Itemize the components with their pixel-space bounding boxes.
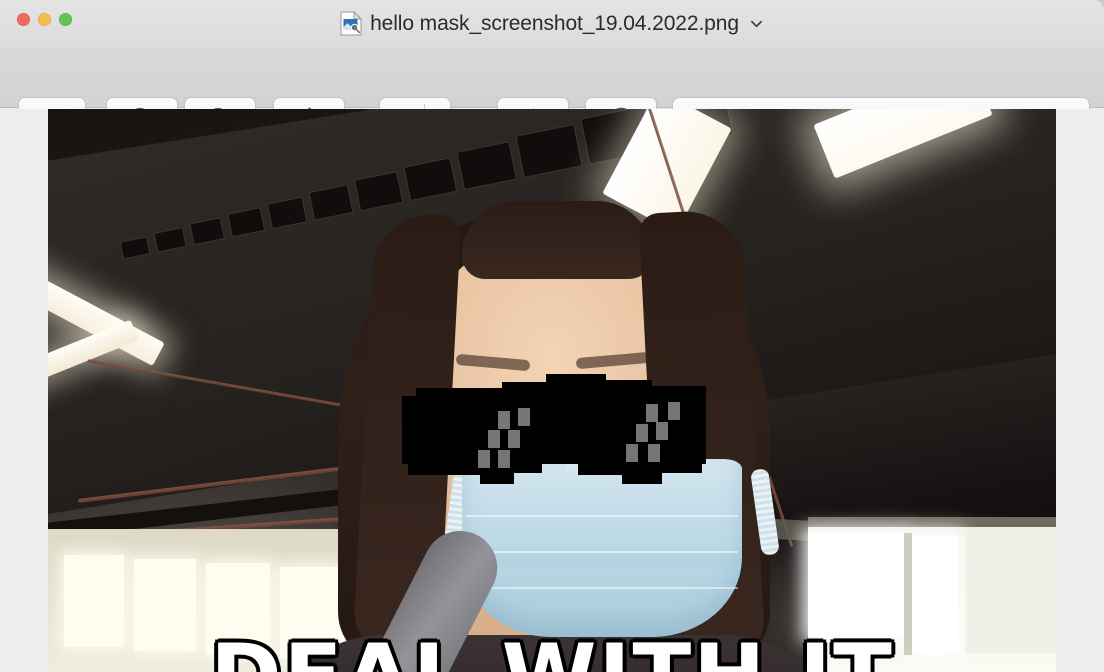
photo-image[interactable]: DEAL WITH IT — [48, 109, 1056, 672]
page-title: hello mask_screenshot_19.04.2022.png — [370, 11, 739, 35]
deal-with-it-sunglasses — [402, 374, 706, 484]
mask-fold — [466, 551, 738, 553]
window-titlebar: hello mask_screenshot_19.04.2022.png — [0, 0, 1104, 47]
window-title-group: hello mask_screenshot_19.04.2022.png — [0, 0, 1104, 47]
chevron-down-icon[interactable] — [749, 16, 764, 31]
hair-part-center — [462, 201, 652, 279]
image-document-icon — [340, 11, 363, 36]
zoom-button[interactable] — [59, 13, 72, 26]
preview-window: hello mask_screenshot_19.04.2022.png — [0, 0, 1104, 672]
mask-fold — [466, 587, 738, 589]
meme-caption: DEAL WITH IT — [48, 631, 1056, 672]
surgical-mask — [462, 431, 742, 637]
close-button[interactable] — [17, 13, 30, 26]
mask-fold — [466, 515, 738, 517]
traffic-light-group — [17, 13, 72, 26]
minimize-button[interactable] — [38, 13, 51, 26]
window-toolbar: Search — [0, 47, 1104, 141]
image-canvas[interactable]: DEAL WITH IT — [0, 109, 1104, 672]
